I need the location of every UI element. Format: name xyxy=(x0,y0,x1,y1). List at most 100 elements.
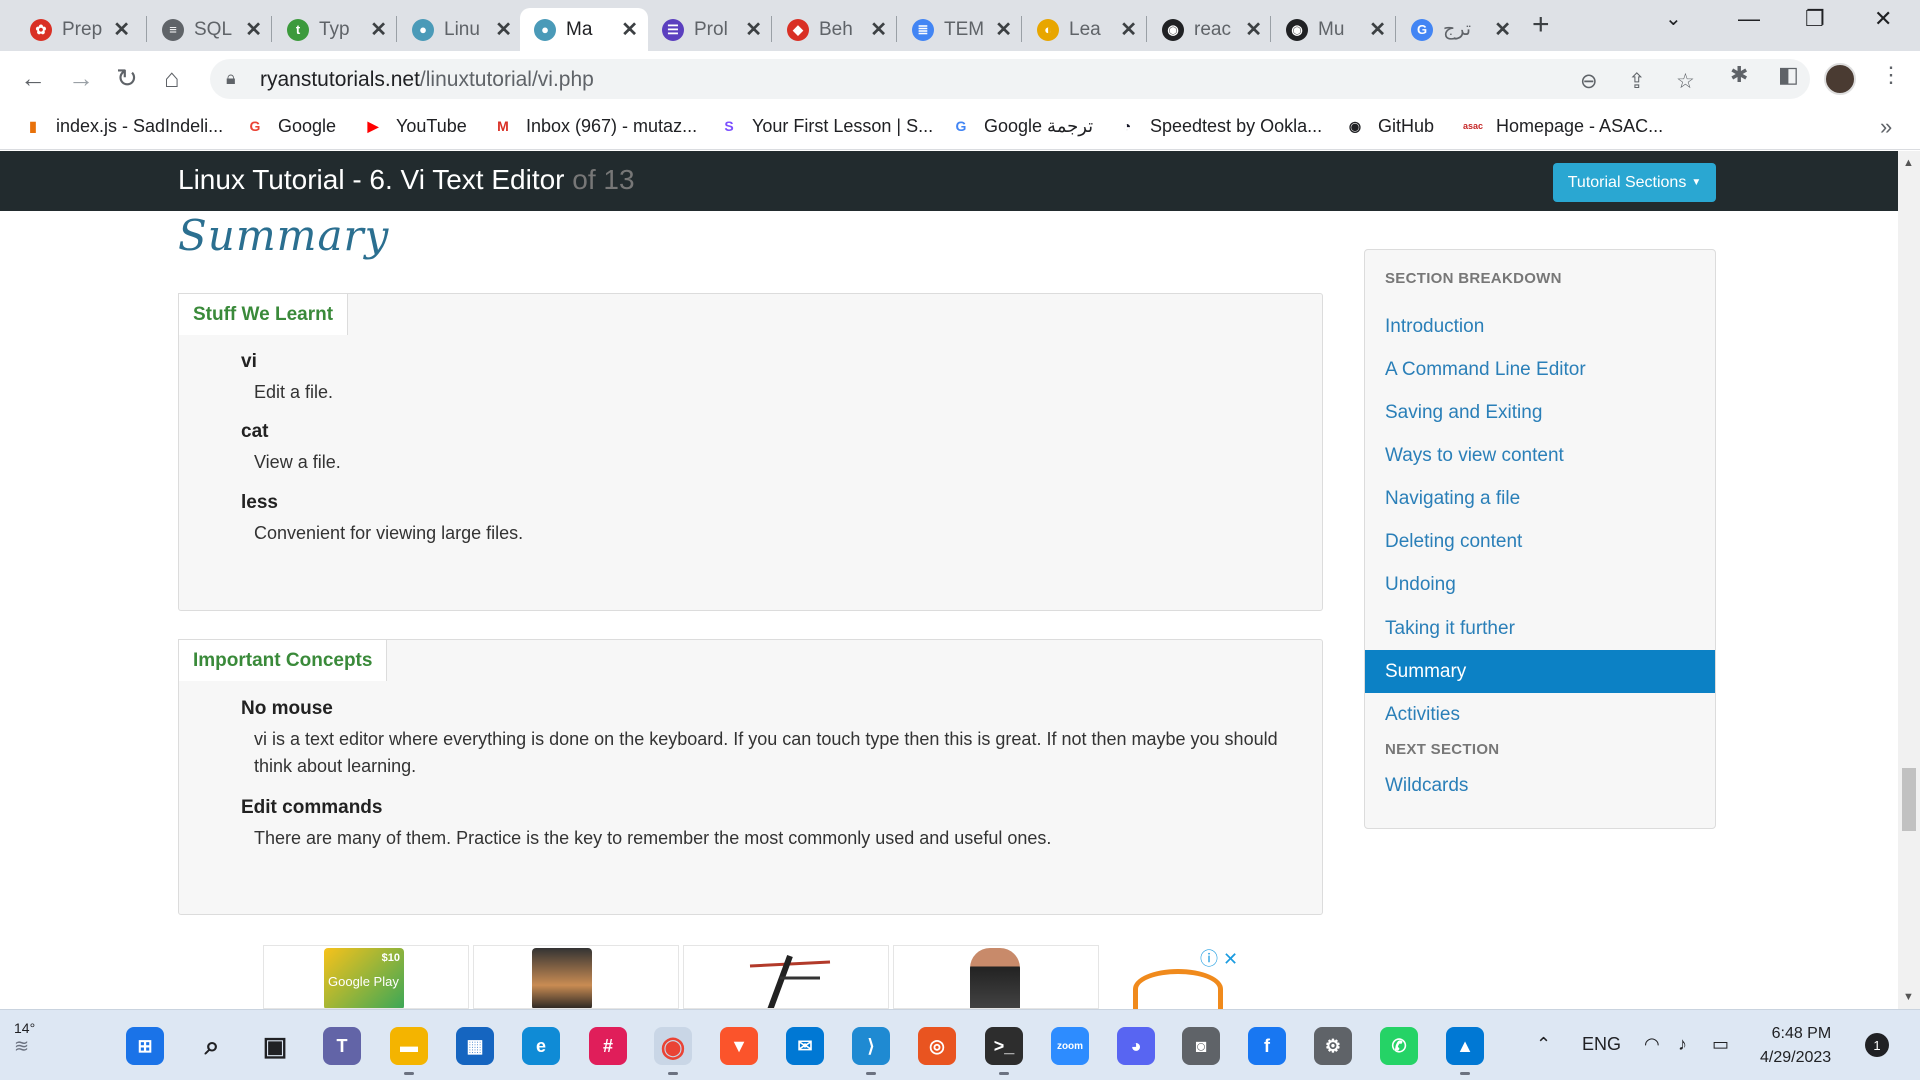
browser-tab[interactable]: ◉ Mu ✕ xyxy=(1272,8,1396,51)
tutorial-sections-button[interactable]: Tutorial Sections ▼ xyxy=(1553,163,1716,202)
share-icon[interactable]: ⇪ xyxy=(1628,69,1646,94)
ad-phone[interactable] xyxy=(473,945,679,1009)
tab-close-icon[interactable]: ✕ xyxy=(245,17,262,42)
home-icon[interactable]: ⌂ xyxy=(164,63,180,94)
taskbar-discord-icon[interactable]: ◕ xyxy=(1117,1027,1155,1065)
taskbar-search-icon[interactable]: ⌕ xyxy=(193,1027,231,1065)
taskbar-slack-icon[interactable]: # xyxy=(589,1027,627,1065)
bookmark-item[interactable]: G Google xyxy=(244,115,337,137)
close-window-button[interactable]: ✕ xyxy=(1874,6,1892,32)
scroll-down-icon[interactable]: ▼ xyxy=(1903,991,1914,1003)
sidebar-item[interactable]: A Command Line Editor xyxy=(1365,348,1715,391)
browser-tab[interactable]: ● Ma ✕ xyxy=(520,8,648,51)
browser-tab[interactable]: ≡ SQL ✕ xyxy=(148,8,272,51)
tab-close-icon[interactable]: ✕ xyxy=(870,17,887,42)
scrollbar-thumb[interactable] xyxy=(1902,768,1916,831)
bookmark-item[interactable]: ▮ index.js - SadIndeli... xyxy=(22,115,223,137)
tab-close-icon[interactable]: ✕ xyxy=(1369,17,1386,42)
scroll-up-icon[interactable]: ▲ xyxy=(1903,157,1914,169)
taskbar-camera-icon[interactable]: ◙ xyxy=(1182,1027,1220,1065)
bookmark-item[interactable]: ◉ GitHub xyxy=(1344,115,1434,137)
browser-tab[interactable]: G ترج ✕ xyxy=(1397,8,1521,51)
sidebar-item[interactable]: Introduction xyxy=(1365,305,1715,348)
tab-close-icon[interactable]: ✕ xyxy=(113,17,130,42)
browser-tab[interactable]: ◉ reac ✕ xyxy=(1148,8,1272,51)
restore-button[interactable]: ❐ xyxy=(1805,6,1825,32)
tab-close-icon[interactable]: ✕ xyxy=(621,17,638,42)
weather-widget[interactable]: 14° ≋ xyxy=(14,1020,35,1057)
tab-close-icon[interactable]: ✕ xyxy=(1245,17,1262,42)
more-bookmarks-icon[interactable]: » xyxy=(1880,114,1892,140)
browser-tab[interactable]: ≣ TEM ✕ xyxy=(898,8,1022,51)
taskbar-ubuntu-icon[interactable]: ◎ xyxy=(918,1027,956,1065)
sidebar-item[interactable]: Deleting content xyxy=(1365,520,1715,563)
volume-icon[interactable]: ♪ xyxy=(1678,1034,1687,1055)
sidebar-item[interactable]: Activities xyxy=(1365,693,1715,736)
ad-swimsuit[interactable] xyxy=(893,945,1099,1009)
taskbar-terminal-icon[interactable]: >_ xyxy=(985,1027,1023,1075)
browser-tab[interactable]: ● Linu ✕ xyxy=(398,8,522,51)
taskbar-settings-icon[interactable]: ⚙ xyxy=(1314,1027,1352,1065)
taskbar-photos-icon[interactable]: ▲ xyxy=(1446,1027,1484,1075)
bookmark-item[interactable]: S Your First Lesson | S... xyxy=(718,115,933,137)
taskbar-brave-icon[interactable]: ▼ xyxy=(720,1027,758,1065)
sidebar-item[interactable]: Ways to view content xyxy=(1365,434,1715,477)
forward-arrow-icon[interactable]: → xyxy=(68,63,94,94)
wifi-icon[interactable]: ◠ xyxy=(1644,1034,1660,1055)
tab-close-icon[interactable]: ✕ xyxy=(1120,17,1137,42)
taskbar-start-icon[interactable]: ⊞ xyxy=(126,1027,164,1065)
bookmark-item[interactable]: ◔ Speedtest by Ookla... xyxy=(1116,115,1322,137)
taskbar-edge-icon[interactable]: e xyxy=(522,1027,560,1065)
lock-icon[interactable]: 🔒︎ xyxy=(226,68,236,89)
taskbar-file-explorer-icon[interactable]: ▬ xyxy=(390,1027,428,1075)
taskbar-zoom-icon[interactable]: zoom xyxy=(1051,1027,1089,1065)
sidebar-item[interactable]: Summary xyxy=(1365,650,1715,693)
battery-icon[interactable]: ▭ xyxy=(1712,1034,1729,1055)
browser-tab[interactable]: t Typ ✕ xyxy=(273,8,397,51)
tab-close-icon[interactable]: ✕ xyxy=(370,17,387,42)
clock[interactable]: 6:48 PM 4/29/2023 xyxy=(1760,1022,1831,1070)
taskbar-vscode-icon[interactable]: ⟩ xyxy=(852,1027,890,1075)
tab-close-icon[interactable]: ✕ xyxy=(1494,17,1511,42)
extensions-icon[interactable]: ✱ xyxy=(1730,62,1748,88)
sidebar-item[interactable]: Navigating a file xyxy=(1365,477,1715,520)
browser-tab[interactable]: ◆ Beh ✕ xyxy=(773,8,897,51)
show-hidden-icons[interactable]: ⌃ xyxy=(1536,1034,1551,1055)
next-section-link[interactable]: Wildcards xyxy=(1365,764,1715,807)
taskbar-whatsapp-icon[interactable]: ✆ xyxy=(1380,1027,1418,1065)
taskbar-teams-icon[interactable]: T xyxy=(323,1027,361,1065)
taskbar-chrome-icon[interactable]: ◉ xyxy=(654,1027,692,1075)
bookmark-item[interactable]: ▶ YouTube xyxy=(362,115,467,137)
url-text[interactable]: ryanstutorials.net/linuxtutorial/vi.php xyxy=(260,68,594,92)
browser-tab[interactable]: ◐ Lea ✕ xyxy=(1023,8,1147,51)
site-brand[interactable]: Linux Tutorial - 6. Vi Text Editor of 13 xyxy=(178,164,635,196)
address-bar[interactable]: 🔒︎ ryanstutorials.net/linuxtutorial/vi.p… xyxy=(210,59,1810,99)
menu-icon[interactable]: ⋮ xyxy=(1880,62,1902,88)
sidebar-item[interactable]: Taking it further xyxy=(1365,607,1715,650)
bookmark-item[interactable]: M Inbox (967) - mutaz... xyxy=(492,115,697,137)
tab-close-icon[interactable]: ✕ xyxy=(995,17,1012,42)
notification-badge[interactable]: 1 xyxy=(1865,1033,1889,1057)
taskbar-task-view-icon[interactable]: ▣ xyxy=(256,1027,294,1065)
taskbar-mail-icon[interactable]: ✉ xyxy=(786,1027,824,1065)
tab-search-icon[interactable]: ⌄ xyxy=(1665,6,1682,31)
bookmark-item[interactable]: asac Homepage - ASAC... xyxy=(1462,115,1663,137)
ad-drone[interactable] xyxy=(683,945,889,1009)
language-indicator[interactable]: ENG xyxy=(1582,1034,1621,1055)
ad-google-play[interactable]: $10 Google Play xyxy=(263,945,469,1009)
reload-icon[interactable]: ↻ xyxy=(116,63,138,94)
browser-tab[interactable]: ☰ Prol ✕ xyxy=(648,8,772,51)
tab-close-icon[interactable]: ✕ xyxy=(495,17,512,42)
profile-avatar[interactable] xyxy=(1824,63,1856,95)
bookmark-item[interactable]: G Google ترجمة xyxy=(950,115,1094,137)
minimize-button[interactable]: — xyxy=(1738,6,1760,32)
page-scrollbar[interactable]: ▲ ▼ xyxy=(1898,151,1920,1009)
tab-close-icon[interactable]: ✕ xyxy=(745,17,762,42)
sidebar-item[interactable]: Saving and Exiting xyxy=(1365,391,1715,434)
side-panel-icon[interactable]: ◧ xyxy=(1778,62,1799,88)
back-arrow-icon[interactable]: ← xyxy=(20,63,46,94)
taskbar-facebook-icon[interactable]: f xyxy=(1248,1027,1286,1065)
new-tab-button[interactable]: + xyxy=(1532,8,1550,42)
ad-choices-icon[interactable]: ⓘ ✕ xyxy=(1200,945,1238,971)
browser-tab[interactable]: ✿ Prep ✕ xyxy=(16,8,140,51)
